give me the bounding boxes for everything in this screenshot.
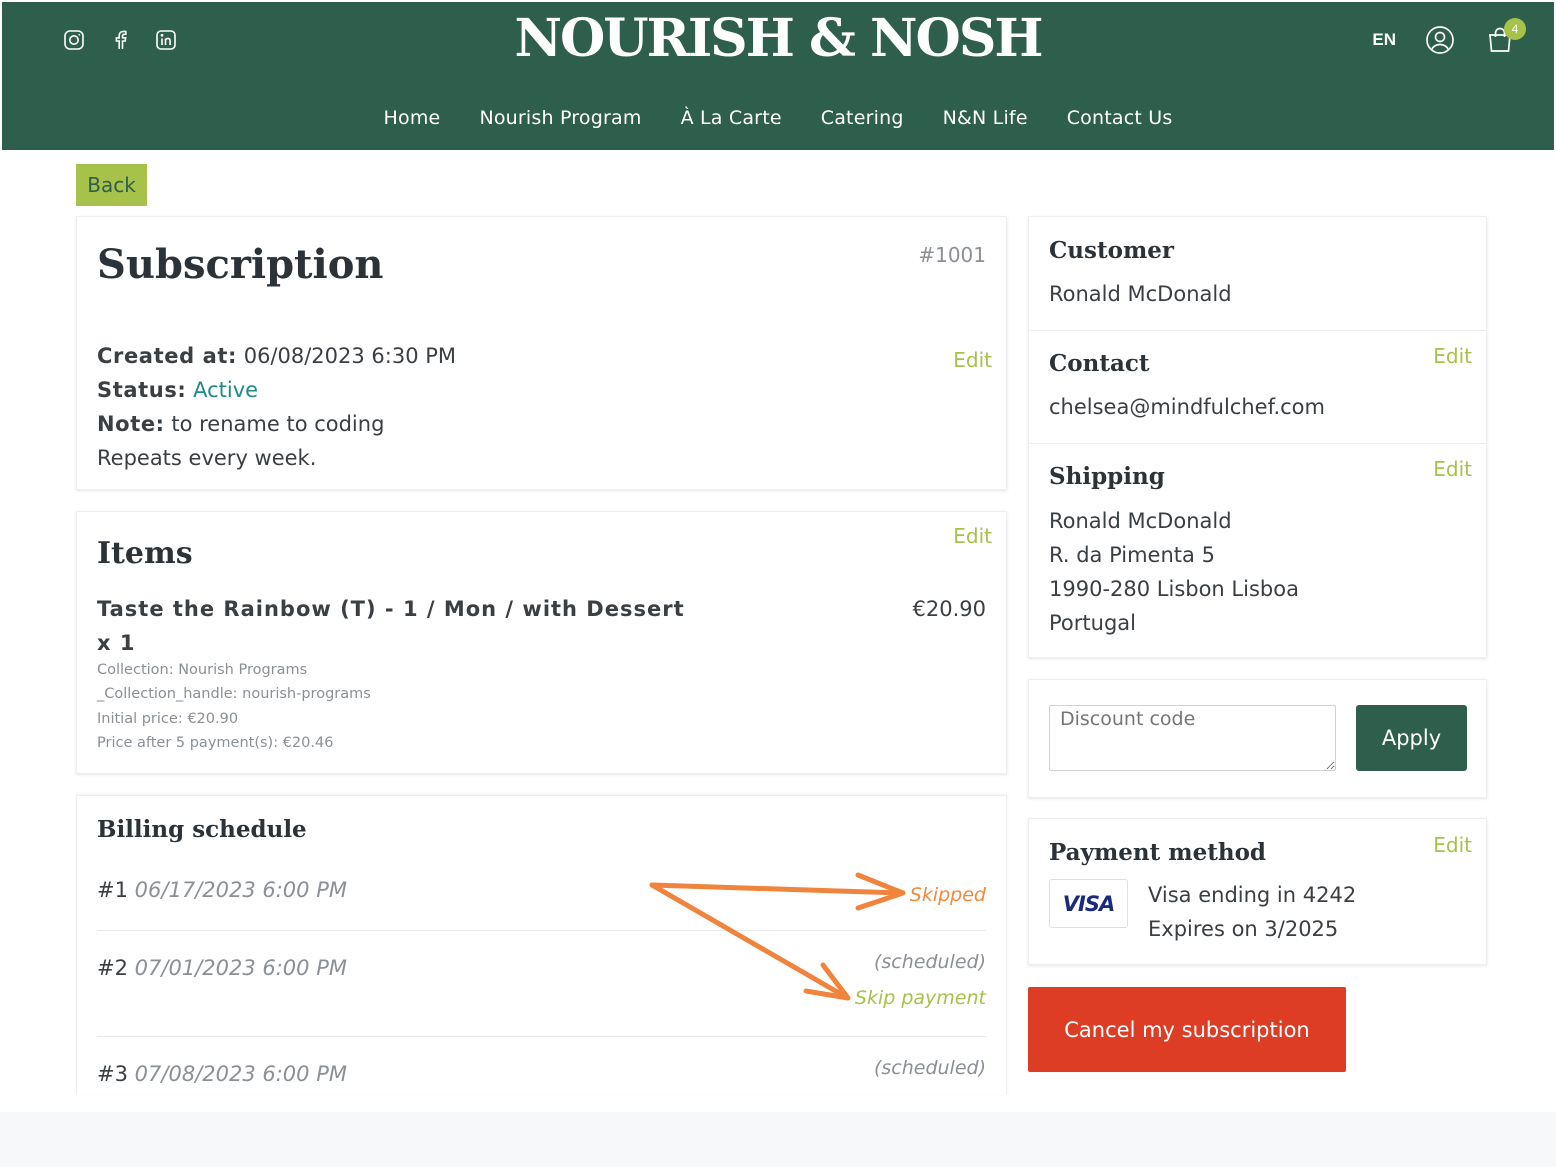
item-quantity: x 1: [97, 631, 136, 655]
billing-row: #2 07/01/2023 6:00 PM (scheduled) Skip p…: [97, 951, 986, 1009]
nav-a-la-carte[interactable]: À La Carte: [681, 107, 782, 129]
discount-code-input[interactable]: [1049, 705, 1336, 771]
created-value: 06/08/2023 6:30 PM: [243, 344, 457, 368]
contact-email: chelsea@mindfulchef.com: [1049, 395, 1325, 419]
shipping-line: R. da Pimenta 5: [1049, 543, 1215, 567]
status-value: Active: [193, 378, 259, 402]
item-meta-line: Price after 5 payment(s): €20.46: [97, 735, 334, 752]
back-button[interactable]: Back: [76, 164, 147, 206]
item-meta-line: Collection: Nourish Programs: [97, 662, 308, 678]
subscription-title: Subscription: [97, 241, 384, 288]
shipping-title: Shipping: [1049, 463, 1165, 490]
item-meta-line: _Collection_handle: nourish-programs: [97, 686, 371, 703]
item-meta-line: Initial price: €20.90: [97, 710, 239, 727]
shipping-address: Ronald McDonald R. da Pimenta 5 1990-280…: [1049, 504, 1299, 640]
status-row: Status: Active: [97, 373, 456, 407]
items-title: Items: [97, 536, 193, 571]
billing-divider: [97, 930, 986, 931]
billing-title: Billing schedule: [97, 816, 307, 843]
subscription-details: Created at: 06/08/2023 6:30 PM Status: A…: [97, 339, 456, 475]
language-selector[interactable]: EN: [1372, 30, 1396, 50]
note-label: Note:: [97, 412, 165, 436]
edit-payment-link[interactable]: Edit: [1433, 833, 1472, 857]
nav-contact-us[interactable]: Contact Us: [1067, 107, 1173, 129]
discount-card: Apply: [1028, 679, 1487, 798]
section-divider: [1029, 443, 1486, 444]
customer-title: Customer: [1049, 237, 1175, 264]
contact-title: Contact: [1049, 350, 1150, 377]
created-row: Created at: 06/08/2023 6:30 PM: [97, 339, 456, 373]
repeat-text: Repeats every week.: [97, 446, 317, 470]
customer-name: Ronald McDonald: [1049, 282, 1232, 306]
nav-catering[interactable]: Catering: [821, 107, 904, 129]
billing-number: #3: [97, 1062, 128, 1086]
billing-date: 07/08/2023 6:00 PM: [134, 1062, 347, 1086]
billing-schedule-card: Billing schedule #1 06/17/2023 6:00 PM S…: [76, 795, 1007, 1095]
item-title: Taste the Rainbow (T) - 1 / Mon / with D…: [97, 597, 685, 621]
status-label: Status:: [97, 378, 187, 402]
billing-number: #1: [97, 878, 128, 902]
edit-items-link[interactable]: Edit: [953, 524, 992, 548]
edit-shipping-link[interactable]: Edit: [1433, 457, 1472, 481]
card-number-line: Visa ending in 4242: [1148, 883, 1357, 907]
billing-number: #2: [97, 956, 128, 980]
billing-row: #3 07/08/2023 6:00 PM (scheduled): [97, 1057, 986, 1086]
page: NOURISH & NOSH EN 4 Home Nourish Program…: [0, 0, 1556, 1112]
billing-divider: [97, 1036, 986, 1037]
brand-logo[interactable]: NOURISH & NOSH: [2, 8, 1554, 69]
card-expiry-line: Expires on 3/2025: [1148, 917, 1339, 941]
billing-date: 07/01/2023 6:00 PM: [134, 956, 347, 980]
shipping-line: Portugal: [1049, 611, 1136, 635]
billing-status-scheduled: (scheduled): [873, 1057, 986, 1079]
items-card: Items Edit Taste the Rainbow (T) - 1 / M…: [76, 511, 1007, 774]
shipping-line: 1990-280 Lisbon Lisboa: [1049, 577, 1299, 601]
apply-discount-button[interactable]: Apply: [1356, 705, 1467, 771]
cart-count-badge: 4: [1504, 18, 1526, 40]
item-price: €20.90: [912, 597, 986, 621]
shipping-line: Ronald McDonald: [1049, 509, 1232, 533]
main-nav: Home Nourish Program À La Carte Catering…: [2, 107, 1554, 129]
item-meta: Collection: Nourish Programs _Collection…: [97, 658, 371, 756]
payment-method-card: Payment method Edit VISA Visa ending in …: [1028, 818, 1487, 965]
visa-card-icon: VISA: [1049, 879, 1128, 928]
customer-info-card: Customer Ronald McDonald Contact Edit ch…: [1028, 216, 1487, 658]
card-details: Visa ending in 4242 Expires on 3/2025: [1148, 878, 1356, 946]
skip-payment-link[interactable]: Skip payment: [855, 987, 986, 1009]
subscription-card: Subscription #1001 Edit Created at: 06/0…: [76, 216, 1007, 490]
created-label: Created at:: [97, 344, 238, 368]
edit-subscription-link[interactable]: Edit: [953, 348, 992, 372]
note-row: Note: to rename to coding: [97, 407, 456, 441]
billing-row: #1 06/17/2023 6:00 PM Skipped: [97, 878, 986, 906]
nav-nn-life[interactable]: N&N Life: [943, 107, 1028, 129]
billing-status-skipped: Skipped: [909, 884, 986, 906]
billing-date: 06/17/2023 6:00 PM: [134, 878, 347, 902]
cart-button[interactable]: 4: [1484, 18, 1526, 56]
nav-home[interactable]: Home: [384, 107, 441, 129]
site-header: NOURISH & NOSH EN 4 Home Nourish Program…: [2, 2, 1554, 150]
note-value: to rename to coding: [171, 412, 385, 436]
item-name: Taste the Rainbow (T) - 1 / Mon / with D…: [97, 592, 697, 660]
payment-title: Payment method: [1049, 839, 1267, 866]
section-divider: [1029, 330, 1486, 331]
account-icon[interactable]: [1424, 24, 1456, 56]
billing-status-scheduled: (scheduled): [873, 951, 986, 973]
header-actions: EN 4: [1372, 18, 1526, 56]
edit-contact-link[interactable]: Edit: [1433, 344, 1472, 368]
subscription-id: #1001: [918, 243, 986, 267]
nav-nourish-program[interactable]: Nourish Program: [479, 107, 641, 129]
cancel-subscription-button[interactable]: Cancel my subscription: [1028, 987, 1346, 1072]
